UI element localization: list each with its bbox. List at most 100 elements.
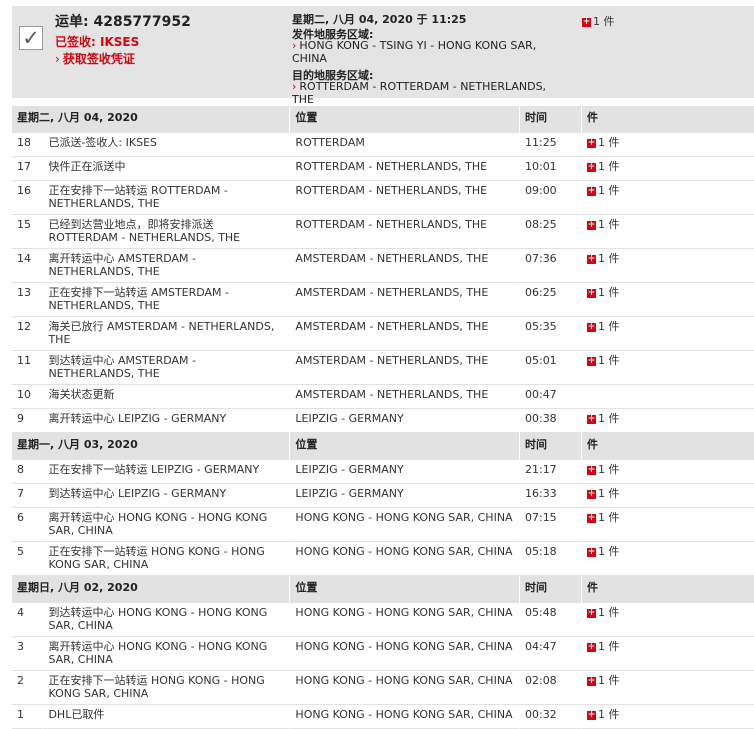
waybill-number: 运单: 4285777952: [55, 14, 191, 30]
event-pieces-button[interactable]: +1 件: [586, 160, 620, 173]
chevron-right-icon: ›: [55, 52, 60, 66]
tracking-events-table: 星期二, 八月 04, 2020 位置 时间件 18 已派送-签收人: IKSES ROT…: [12, 106, 754, 729]
day-header-row: 星期日, 八月 02, 2020 位置 时间件: [12, 576, 754, 603]
event-location: ROTTERDAM: [289, 133, 519, 157]
event-description: 到达转运中心 HONG KONG - HONG KONG SAR, CHINA: [42, 603, 290, 637]
event-row: 13 正在安排下一站转运 AMSTERDAM - NETHERLANDS, THE…: [12, 283, 754, 317]
summary-pieces-button[interactable]: +1 件: [582, 13, 615, 29]
event-number: 9: [12, 409, 43, 433]
event-description: 正在安排下一站转运 HONG KONG - HONG KONG SAR, CHI…: [42, 542, 290, 576]
plus-icon: +: [586, 253, 596, 264]
event-pieces-button[interactable]: +1 件: [586, 606, 619, 619]
day-date: 星期一, 八月 03, 2020: [12, 433, 290, 460]
event-number: 10: [12, 385, 43, 409]
plus-icon: +: [586, 546, 596, 557]
event-pieces-label: 1 件: [597, 136, 620, 149]
event-pieces-cell: +1 件: [580, 317, 754, 351]
event-pieces-label: 1 件: [597, 545, 620, 558]
event-pieces-cell: +1 件: [580, 409, 754, 433]
event-number: 12: [12, 317, 43, 351]
shipment-summary: ✓ 运单: 4285777952 已签收: IKSES › 获取签收凭证 星期二,…: [12, 6, 754, 106]
event-pieces-label: 1 件: [597, 252, 620, 265]
event-pieces-label: 1 件: [597, 160, 620, 173]
event-time: 16:33: [518, 484, 581, 508]
event-location: HONG KONG - HONG KONG SAR, CHINA: [289, 637, 519, 671]
event-time: 10:01: [518, 157, 581, 181]
event-pieces-label: 1 件: [597, 487, 620, 500]
event-description: 正在安排下一站转运 AMSTERDAM - NETHERLANDS, THE: [42, 283, 290, 317]
event-time: 04:47: [518, 637, 581, 671]
event-time: 00:32: [518, 705, 581, 729]
destination-value: › ROTTERDAM - ROTTERDAM - NETHERLANDS, TH…: [292, 80, 562, 106]
event-pieces-button[interactable]: +1 件: [586, 252, 620, 265]
day-header-row: 星期二, 八月 04, 2020 位置 时间件: [12, 106, 754, 133]
event-number: 8: [12, 460, 43, 484]
event-description: 已派送-签收人: IKSES: [42, 133, 290, 157]
event-pieces-label: 1 件: [597, 286, 620, 299]
event-pieces-button[interactable]: +1 件: [586, 463, 619, 476]
event-time: 07:36: [518, 249, 581, 283]
column-header-time: 时间: [518, 433, 581, 460]
event-time: 00:38: [518, 409, 581, 433]
event-description: 快件正在派送中: [42, 157, 290, 181]
event-pieces-button[interactable]: +1 件: [586, 545, 620, 558]
event-row: 5 正在安排下一站转运 HONG KONG - HONG KONG SAR, CH…: [12, 542, 754, 576]
event-pieces-label: 1 件: [597, 640, 620, 653]
chevron-right-icon: ›: [292, 39, 297, 52]
plus-icon: +: [586, 137, 596, 148]
event-location: AMSTERDAM - NETHERLANDS, THE: [289, 351, 519, 385]
event-pieces-button[interactable]: +1 件: [586, 487, 620, 500]
proof-of-delivery-link[interactable]: › 获取签收凭证: [55, 50, 135, 67]
event-pieces-button[interactable]: +1 件: [586, 184, 619, 197]
event-time: 05:18: [518, 542, 581, 576]
event-pieces-button[interactable]: +1 件: [586, 511, 619, 524]
event-number: 7: [12, 484, 43, 508]
plus-icon: +: [586, 675, 596, 686]
origin-text: HONG KONG - TSING YI - HONG KONG SAR, CH…: [292, 39, 537, 65]
event-time: 21:17: [518, 460, 581, 484]
event-description: 离开转运中心 HONG KONG - HONG KONG SAR, CHINA: [42, 637, 290, 671]
delivery-datetime: 星期二, 八月 04, 2020 于 11:25: [292, 13, 467, 26]
column-header-location: 位置: [289, 433, 519, 460]
event-location: HONG KONG - HONG KONG SAR, CHINA: [289, 508, 519, 542]
event-pieces-button[interactable]: +1 件: [586, 412, 619, 425]
event-pieces-button[interactable]: +1 件: [586, 136, 620, 149]
event-time: 09:00: [518, 181, 581, 215]
event-description: 正在安排下一站转运 LEIPZIG - GERMANY: [42, 460, 290, 484]
column-header-location: 位置: [289, 576, 519, 603]
event-time: 02:08: [518, 671, 581, 705]
plus-icon: +: [586, 413, 596, 424]
event-location: LEIPZIG - GERMANY: [289, 484, 519, 508]
plus-icon: +: [586, 641, 596, 652]
event-time: 06:25: [518, 283, 581, 317]
event-pieces-button[interactable]: +1 件: [586, 708, 619, 721]
event-description: 海关已放行 AMSTERDAM - NETHERLANDS, THE: [42, 317, 290, 351]
event-time: 05:48: [518, 603, 581, 637]
event-pieces-button[interactable]: +1 件: [586, 640, 620, 653]
event-pieces-cell: +1 件: [580, 705, 754, 729]
event-pieces-label: 1 件: [597, 674, 620, 687]
destination-text: ROTTERDAM - ROTTERDAM - NETHERLANDS, THE: [292, 80, 547, 106]
plus-icon: +: [586, 321, 596, 332]
event-pieces-button[interactable]: +1 件: [586, 286, 620, 299]
event-pieces-button[interactable]: +1 件: [586, 218, 619, 231]
event-row: 7 到达转运中心 LEIPZIG - GERMANY LEIPZIG - GERMA…: [12, 484, 754, 508]
checkmark-icon: ✓: [19, 26, 43, 50]
plus-icon: +: [586, 464, 596, 475]
plus-icon: +: [586, 185, 596, 196]
plus-icon: +: [586, 709, 596, 720]
event-pieces-button[interactable]: +1 件: [586, 320, 619, 333]
event-pieces-button[interactable]: +1 件: [586, 674, 620, 687]
event-pieces-cell: +1 件: [580, 249, 754, 283]
plus-icon: +: [586, 287, 596, 298]
event-pieces-cell: +1 件: [580, 133, 754, 157]
event-location: AMSTERDAM - NETHERLANDS, THE: [289, 283, 519, 317]
event-number: 3: [12, 637, 43, 671]
event-pieces-button[interactable]: +1 件: [586, 354, 619, 367]
column-header-time: 时间: [518, 576, 581, 603]
event-description: 正在安排下一站转运 ROTTERDAM - NETHERLANDS, THE: [42, 181, 290, 215]
event-description: 正在安排下一站转运 HONG KONG - HONG KONG SAR, CHI…: [42, 671, 290, 705]
event-row: 17 快件正在派送中 ROTTERDAM - NETHERLANDS, THE 10:…: [12, 157, 754, 181]
event-location: ROTTERDAM - NETHERLANDS, THE: [289, 157, 519, 181]
event-row: 6 离开转运中心 HONG KONG - HONG KONG SAR, CHINA…: [12, 508, 754, 542]
